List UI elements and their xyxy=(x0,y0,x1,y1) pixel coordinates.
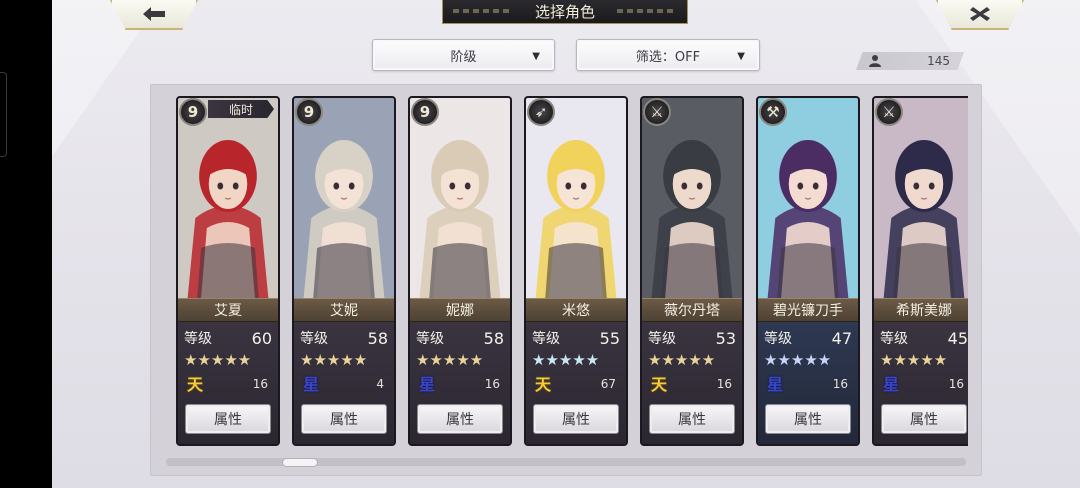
level-label: 等级 xyxy=(532,331,560,347)
character-card[interactable]: ⚒ 碧光镰刀手 等级 47 ★★★★★ 星 16 属性 xyxy=(756,96,860,446)
level-label: 等级 xyxy=(648,331,676,347)
character-card-list[interactable]: 9 临时 艾夏 等级 60 ★★★★★ 天 16 属性 9 艾妮 等级 58 ★… xyxy=(176,96,968,448)
scrollbar-thumb[interactable] xyxy=(282,458,318,467)
level-label: 等级 xyxy=(764,331,792,347)
character-name: 米悠 xyxy=(526,298,626,322)
character-card[interactable]: 9 妮娜 等级 58 ★★★★★ 星 16 属性 xyxy=(408,96,512,446)
attribute-button[interactable]: 属性 xyxy=(301,404,387,434)
level-value: 58 xyxy=(483,328,504,348)
character-info: 等级 60 ★★★★★ 天 16 属性 xyxy=(178,322,278,444)
attribute-button[interactable]: 属性 xyxy=(533,404,619,434)
star-rating: ★★★★★ xyxy=(648,351,716,369)
character-card[interactable]: ⚔ 希斯美娜 等级 45 ★★★★★ 星 16 属性 xyxy=(872,96,968,446)
star-rating: ★★★★★ xyxy=(880,351,948,369)
class-icon: 9 xyxy=(295,98,323,126)
star-rating: ★★★★★ xyxy=(300,351,368,369)
character-info: 等级 55 ★★★★★ 天 67 属性 xyxy=(526,322,626,444)
level-value: 55 xyxy=(599,328,620,348)
game-screen: 选择角色 阶级 ▼ 筛选：OFF ▼ 145 9 临时 艾夏 等级 60 ★★★… xyxy=(52,0,1080,488)
level-label: 等级 xyxy=(184,331,212,347)
close-button[interactable] xyxy=(936,0,1024,30)
class-icon: 9 xyxy=(411,98,439,126)
grade-icon: 天 xyxy=(650,375,667,394)
chevron-down-icon: ▼ xyxy=(737,51,745,62)
level-label: 等级 xyxy=(880,331,908,347)
character-info: 等级 58 ★★★★★ 星 16 属性 xyxy=(410,322,510,444)
character-count-value: 16 xyxy=(716,377,732,391)
level-label: 等级 xyxy=(300,331,328,347)
character-count-value: 16 xyxy=(948,377,964,391)
character-portrait xyxy=(410,98,510,298)
level-value: 58 xyxy=(367,328,388,348)
close-x-icon xyxy=(970,7,990,21)
grade-icon: 天 xyxy=(534,375,551,394)
character-portrait xyxy=(874,98,968,298)
character-card[interactable]: 9 艾妮 等级 58 ★★★★★ 星 4 属性 xyxy=(292,96,396,446)
sort-dropdown[interactable]: 阶级 ▼ xyxy=(372,39,555,71)
character-name: 希斯美娜 xyxy=(874,298,968,322)
device-bezel xyxy=(0,0,52,488)
character-portrait xyxy=(642,98,742,298)
attribute-button[interactable]: 属性 xyxy=(185,404,271,434)
character-name: 碧光镰刀手 xyxy=(758,298,858,322)
class-icon: ➶ xyxy=(527,98,555,126)
character-portrait xyxy=(526,98,626,298)
character-info: 等级 45 ★★★★★ 星 16 属性 xyxy=(874,322,968,444)
character-portrait xyxy=(758,98,858,298)
grade-icon: 星 xyxy=(882,375,899,394)
star-rating: ★★★★★ xyxy=(416,351,484,369)
level-value: 53 xyxy=(715,328,736,348)
grade-icon: 天 xyxy=(186,375,203,394)
bezel-notch xyxy=(0,72,7,157)
class-icon: ⚒ xyxy=(759,98,787,126)
character-portrait xyxy=(178,98,278,298)
character-name: 艾夏 xyxy=(178,298,278,322)
page-title: 选择角色 xyxy=(442,0,688,24)
character-info: 等级 53 ★★★★★ 天 16 属性 xyxy=(642,322,742,444)
grade-icon: 星 xyxy=(418,375,435,394)
temporary-tag: 临时 xyxy=(208,100,274,118)
star-rating: ★★★★★ xyxy=(184,351,252,369)
attribute-button[interactable]: 属性 xyxy=(765,404,851,434)
character-count-value: 16 xyxy=(832,377,848,391)
grade-icon: 星 xyxy=(302,375,319,394)
character-card[interactable]: ➶ 米悠 等级 55 ★★★★★ 天 67 属性 xyxy=(524,96,628,446)
filter-dropdown[interactable]: 筛选：OFF ▼ xyxy=(576,39,760,71)
character-name: 妮娜 xyxy=(410,298,510,322)
level-value: 60 xyxy=(251,328,272,348)
character-card[interactable]: ⚔ 薇尔丹塔 等级 53 ★★★★★ 天 16 属性 xyxy=(640,96,744,446)
class-icon: 9 xyxy=(179,98,207,126)
attribute-button[interactable]: 属性 xyxy=(649,404,735,434)
character-info: 等级 47 ★★★★★ 星 16 属性 xyxy=(758,322,858,444)
roster-count: 145 xyxy=(856,52,964,70)
star-rating: ★★★★★ xyxy=(532,351,600,369)
character-name: 薇尔丹塔 xyxy=(642,298,742,322)
character-portrait xyxy=(294,98,394,298)
character-info: 等级 58 ★★★★★ 星 4 属性 xyxy=(294,322,394,444)
star-rating: ★★★★★ xyxy=(764,351,832,369)
character-count-value: 16 xyxy=(484,377,500,391)
class-icon: ⚔ xyxy=(875,98,903,126)
back-button[interactable] xyxy=(110,0,198,30)
character-card[interactable]: 9 临时 艾夏 等级 60 ★★★★★ 天 16 属性 xyxy=(176,96,280,446)
filter-dropdown-label: 筛选：OFF xyxy=(635,49,701,65)
attribute-button[interactable]: 属性 xyxy=(417,404,503,434)
level-value: 45 xyxy=(947,328,968,348)
roster-count-value: 145 xyxy=(927,54,950,68)
user-icon xyxy=(869,55,881,67)
character-count-value: 4 xyxy=(376,377,384,391)
level-label: 等级 xyxy=(416,331,444,347)
level-value: 47 xyxy=(831,328,852,348)
attribute-button[interactable]: 属性 xyxy=(881,404,967,434)
character-count-value: 67 xyxy=(600,377,616,391)
grade-icon: 星 xyxy=(766,375,783,394)
chevron-down-icon: ▼ xyxy=(532,51,540,62)
character-name: 艾妮 xyxy=(294,298,394,322)
class-icon: ⚔ xyxy=(643,98,671,126)
sort-dropdown-label: 阶级 xyxy=(450,49,477,65)
character-count-value: 16 xyxy=(252,377,268,391)
back-arrow-icon xyxy=(143,7,165,21)
